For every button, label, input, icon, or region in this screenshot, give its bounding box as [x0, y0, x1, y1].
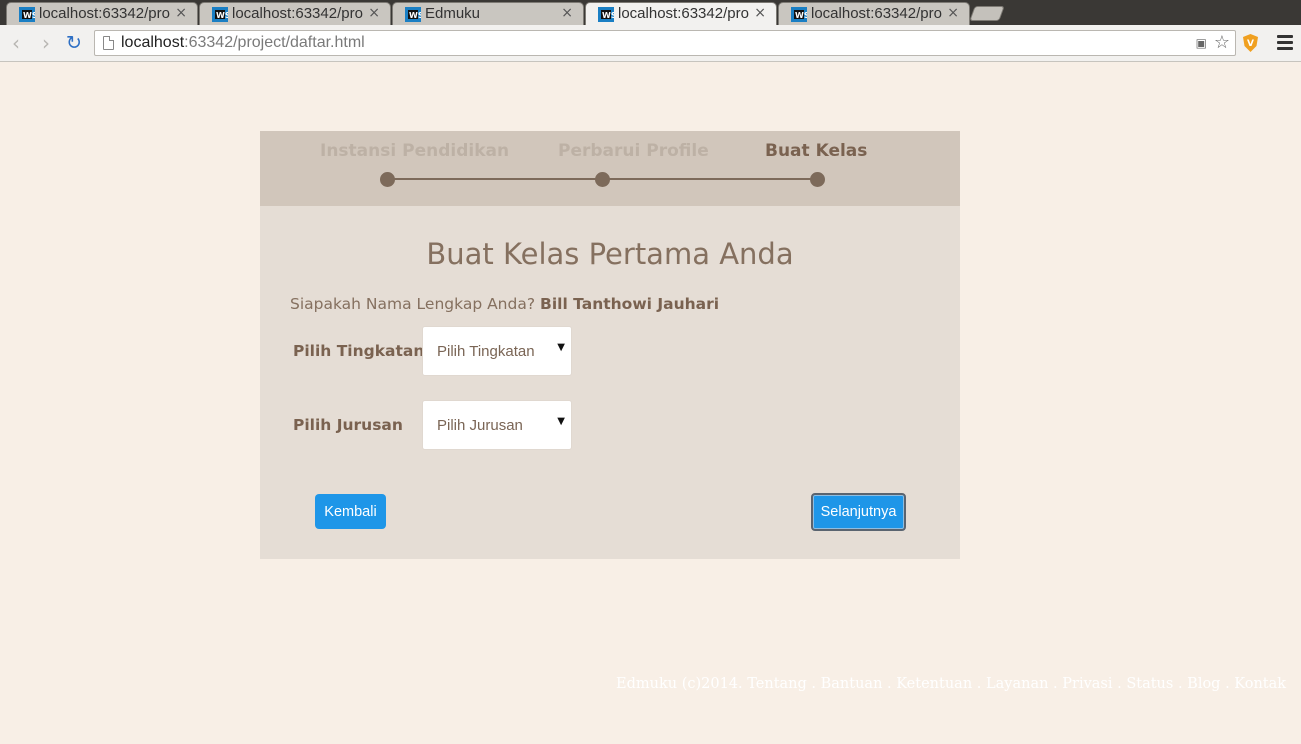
browser-tab-3[interactable]: WS Edmuku ×	[392, 2, 584, 25]
browser-tab-1[interactable]: WS localhost:63342/pro ×	[6, 2, 198, 25]
step-dot-3	[810, 172, 825, 187]
tab-strip: WS localhost:63342/pro × WS localhost:63…	[0, 0, 1301, 25]
translate-icon[interactable]: ▣	[1196, 36, 1207, 50]
svg-text:WS: WS	[409, 11, 421, 20]
svg-text:V: V	[1247, 39, 1254, 49]
step-buat-kelas: Buat Kelas	[765, 141, 868, 161]
next-button[interactable]: Selanjutnya	[811, 493, 906, 531]
step-dot-2	[595, 172, 610, 187]
major-select[interactable]: Pilih Jurusan ▼	[422, 400, 572, 450]
form-title: Buat Kelas Pertama Anda	[426, 237, 794, 271]
step-dot-1	[380, 172, 395, 187]
level-label: Pilih Tingkatan	[293, 342, 425, 360]
major-label: Pilih Jurusan	[293, 416, 403, 434]
name-question: Siapakah Nama Lengkap Anda?	[290, 295, 536, 313]
reload-icon[interactable]: ↻	[64, 32, 84, 54]
webstorm-icon: WS	[598, 7, 614, 22]
tab-title: localhost:63342/pro	[811, 5, 942, 22]
level-select[interactable]: Pilih Tingkatan ▼	[422, 326, 572, 376]
back-button[interactable]: Kembali	[315, 494, 386, 529]
step-instansi-pendidikan: Instansi Pendidikan	[320, 141, 510, 161]
tab-title: localhost:63342/pro	[39, 5, 170, 22]
webstorm-icon: WS	[405, 7, 421, 22]
level-select-value: Pilih Tingkatan	[437, 343, 535, 360]
url-host: localhost	[121, 34, 185, 51]
footer-links[interactable]: Edmuku (c)2014. Tentang . Bantuan . Kete…	[616, 676, 1286, 692]
tab-close-icon[interactable]: ×	[754, 5, 766, 21]
hamburger-menu-icon[interactable]	[1277, 35, 1293, 51]
major-select-value: Pilih Jurusan	[437, 417, 523, 434]
tab-close-icon[interactable]: ×	[947, 5, 959, 21]
svg-text:WS: WS	[602, 11, 614, 20]
page-icon	[103, 36, 114, 50]
webstorm-icon: WS	[791, 7, 807, 22]
browser-tab-5[interactable]: WS localhost:63342/pro ×	[778, 2, 970, 25]
webstorm-icon: WS	[19, 7, 35, 22]
tab-close-icon[interactable]: ×	[175, 5, 187, 21]
forward-arrow-icon[interactable]: ›	[36, 31, 56, 55]
webstorm-icon: WS	[212, 7, 228, 22]
back-arrow-icon[interactable]: ‹	[6, 31, 26, 55]
tab-title: localhost:63342/pro	[618, 5, 749, 22]
url-path: :63342/project/daftar.html	[184, 34, 365, 51]
step-perbarui-profile: Perbarui Profile	[558, 141, 709, 161]
dropdown-caret-icon: ▼	[557, 416, 565, 427]
new-tab-button[interactable]	[969, 6, 1005, 21]
name-value: Bill Tanthowi Jauhari	[540, 295, 720, 313]
browser-toolbar: ‹ › ↻ localhost:63342/project/daftar.htm…	[0, 25, 1301, 62]
svg-text:WS: WS	[23, 11, 35, 20]
tab-title: localhost:63342/pro	[232, 5, 363, 22]
dropdown-caret-icon: ▼	[557, 342, 565, 353]
tab-close-icon[interactable]: ×	[368, 5, 380, 21]
svg-text:WS: WS	[795, 11, 807, 20]
shield-extension-icon[interactable]: V	[1242, 34, 1259, 52]
bookmark-star-icon[interactable]: ☆	[1214, 32, 1230, 53]
create-class-card: Instansi Pendidikan Perbarui Profile Bua…	[260, 131, 960, 559]
name-question-row: Siapakah Nama Lengkap Anda? Bill Tanthow…	[290, 295, 719, 313]
progress-steps: Instansi Pendidikan Perbarui Profile Bua…	[260, 131, 960, 206]
address-url[interactable]: localhost:63342/project/daftar.html	[121, 34, 365, 52]
svg-text:WS: WS	[216, 11, 228, 20]
browser-tab-2[interactable]: WS localhost:63342/pro ×	[199, 2, 391, 25]
browser-tab-4-active[interactable]: WS localhost:63342/pro ×	[585, 2, 777, 25]
tab-close-icon[interactable]: ×	[561, 5, 573, 21]
address-bar[interactable]: localhost:63342/project/daftar.html ▣ ☆	[94, 30, 1236, 56]
tab-title: Edmuku	[425, 5, 481, 22]
